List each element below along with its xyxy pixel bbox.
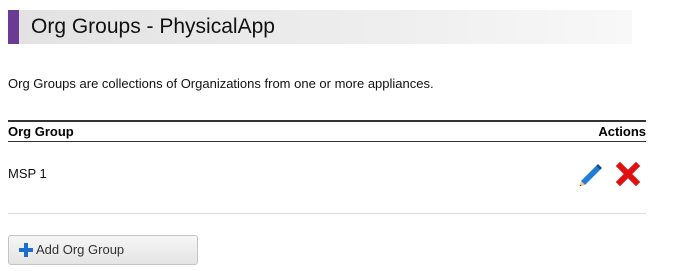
column-header-org-group: Org Group [8,124,74,139]
table-row: MSP 1 [8,142,646,214]
org-groups-table: Org Group Actions MSP 1 [8,120,646,214]
column-header-actions: Actions [598,124,646,139]
pencil-icon[interactable] [576,162,604,186]
row-actions [576,161,646,187]
add-org-group-label: Add Org Group [36,242,125,257]
org-group-name: MSP 1 [8,166,47,181]
header-accent-bar [8,10,19,44]
page-title: Org Groups - PhysicalApp [31,15,275,38]
page-description: Org Groups are collections of Organizati… [8,76,434,91]
plus-icon [19,243,33,257]
delete-x-icon[interactable] [615,162,641,186]
add-org-group-button[interactable]: Add Org Group [8,235,198,265]
table-header: Org Group Actions [8,120,646,142]
page-header: Org Groups - PhysicalApp [8,10,632,44]
